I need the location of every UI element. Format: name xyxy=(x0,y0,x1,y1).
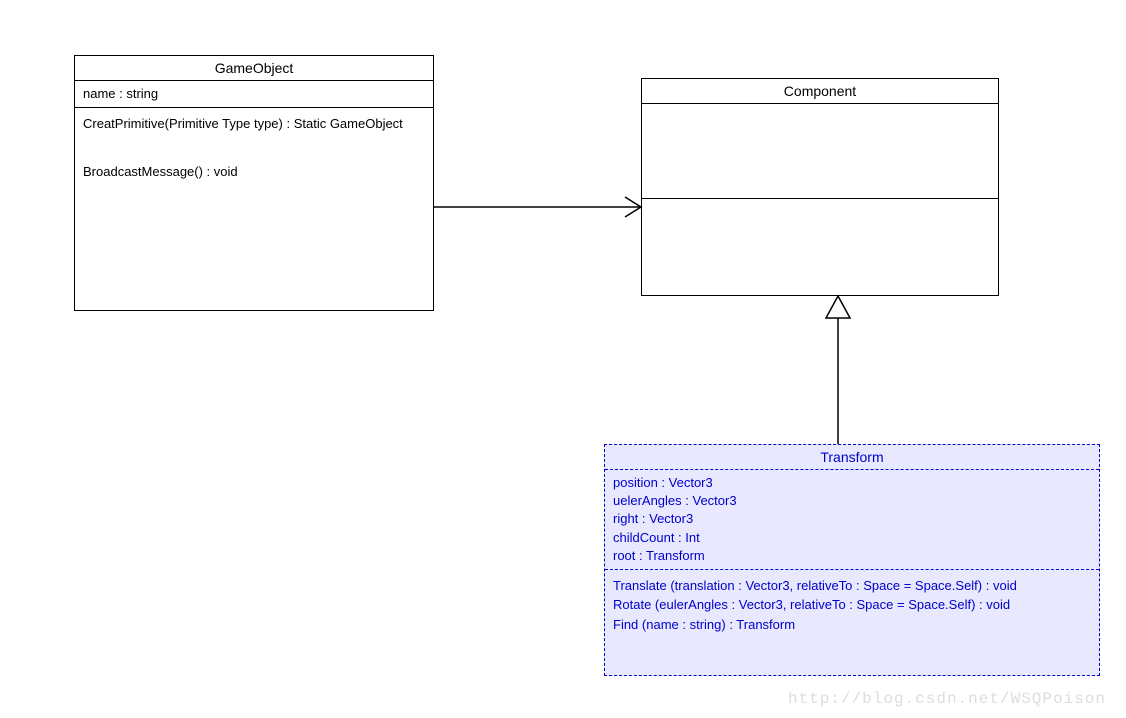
arrowhead-open-icon xyxy=(625,197,641,217)
arrowhead-triangle-icon xyxy=(826,296,850,318)
method: Find (name : string) : Transform xyxy=(613,615,1091,635)
class-title: Transform xyxy=(605,445,1099,470)
class-title: GameObject xyxy=(75,56,433,81)
attr: name : string xyxy=(83,85,425,103)
class-attributes xyxy=(642,104,998,199)
class-attributes: position : Vector3 uelerAngles : Vector3… xyxy=(605,470,1099,570)
uml-class-transform: Transform position : Vector3 uelerAngles… xyxy=(604,444,1100,676)
uml-class-gameobject: GameObject name : string CreatPrimitive(… xyxy=(74,55,434,311)
method: CreatPrimitive(Primitive Type type) : St… xyxy=(83,114,425,134)
method: Translate (translation : Vector3, relati… xyxy=(613,576,1091,596)
class-methods: Translate (translation : Vector3, relati… xyxy=(605,570,1099,641)
method: Rotate (eulerAngles : Vector3, relativeT… xyxy=(613,595,1091,615)
attr: uelerAngles : Vector3 xyxy=(613,492,1091,510)
class-title: Component xyxy=(642,79,998,104)
watermark: http://blog.csdn.net/WSQPoison xyxy=(788,690,1106,708)
attr: root : Transform xyxy=(613,547,1091,565)
attr: position : Vector3 xyxy=(613,474,1091,492)
class-attributes: name : string xyxy=(75,81,433,108)
attr: childCount : Int xyxy=(613,529,1091,547)
uml-class-component: Component xyxy=(641,78,999,296)
method: BroadcastMessage() : void xyxy=(83,162,425,182)
attr: right : Vector3 xyxy=(613,510,1091,528)
class-methods xyxy=(642,199,998,284)
class-methods: CreatPrimitive(Primitive Type type) : St… xyxy=(75,108,433,187)
